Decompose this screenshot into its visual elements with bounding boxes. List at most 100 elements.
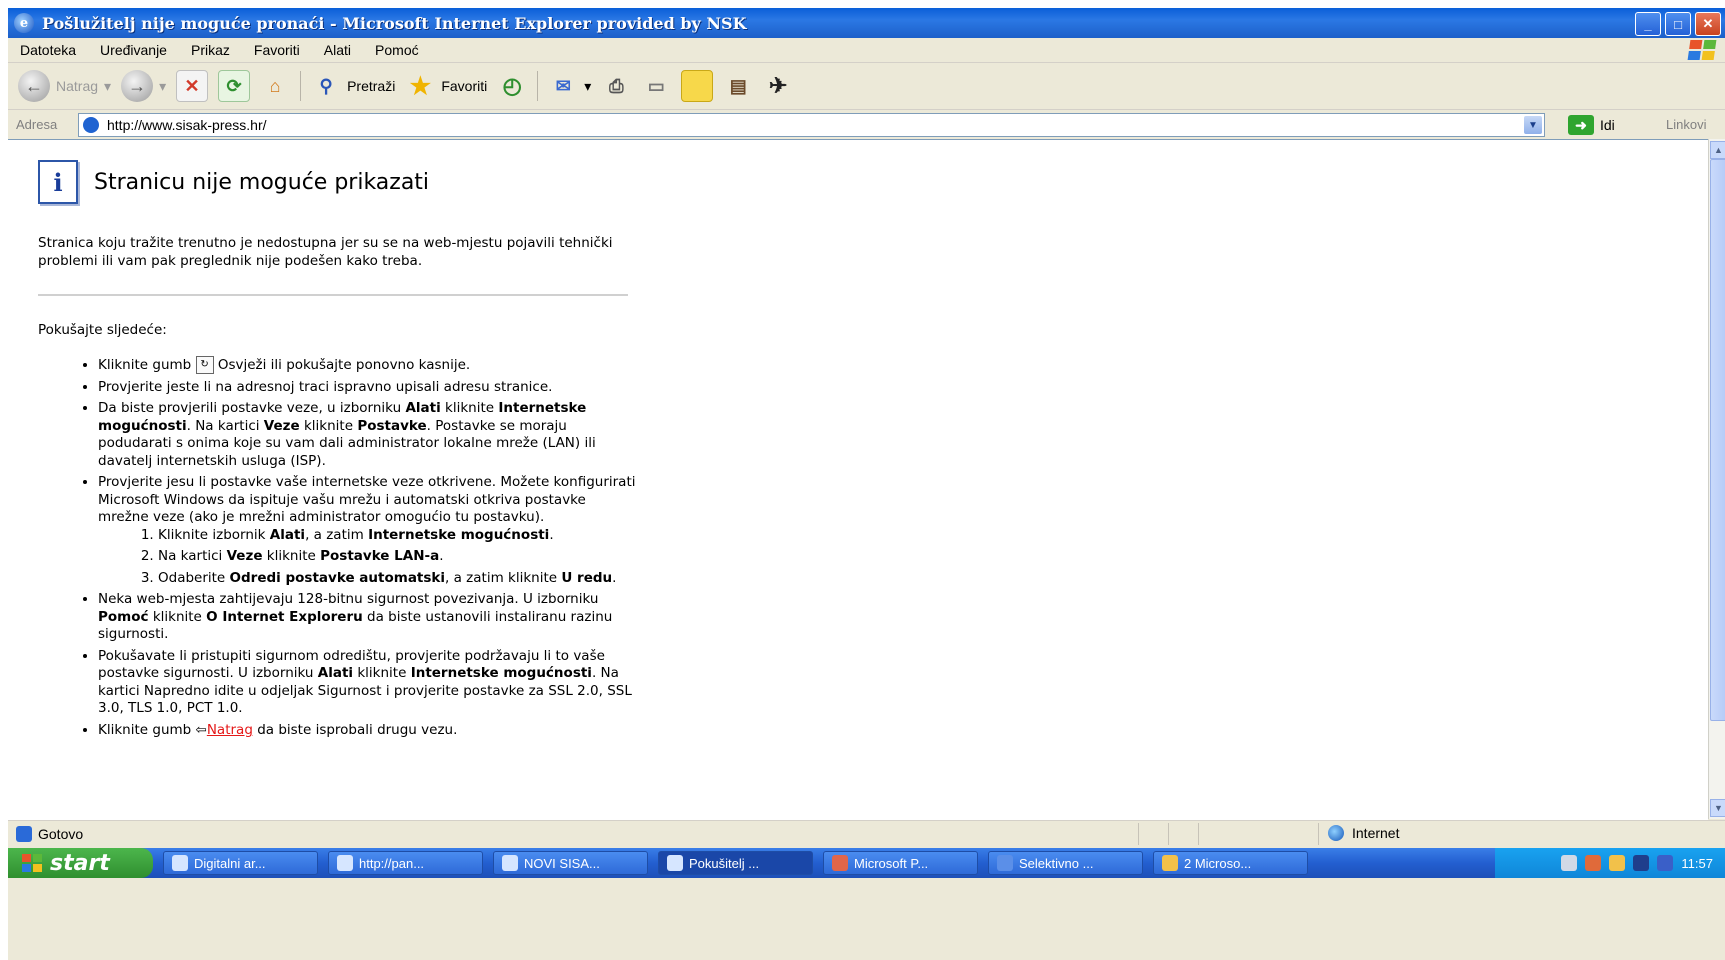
- history-button[interactable]: ◴: [497, 71, 527, 101]
- page-done-icon: [16, 826, 32, 842]
- history-icon: ◴: [502, 73, 522, 98]
- toolbar-separator: [300, 71, 302, 101]
- refresh-icon: ⟳: [218, 70, 251, 102]
- page-content: i Stranicu nije moguće prikazati Stranic…: [8, 139, 1708, 820]
- intro-text: Stranica koju tražite trenutno je nedost…: [38, 235, 613, 269]
- tray-antivirus-icon[interactable]: [1585, 855, 1602, 871]
- messenger-icon: ✈: [769, 73, 788, 98]
- home-icon: ⌂: [269, 75, 281, 96]
- tips-list: Kliknite gumb ↻ Osvježi ili pokušajte po…: [38, 356, 638, 739]
- clock: 11:57: [1681, 855, 1713, 871]
- start-button[interactable]: start: [8, 848, 153, 878]
- menu-view[interactable]: Prikaz: [179, 42, 242, 58]
- scroll-up-icon[interactable]: ▲: [1710, 141, 1725, 159]
- taskbar-item-active[interactable]: Pokušitelj ...: [658, 851, 813, 875]
- start-label: start: [50, 850, 110, 876]
- back-small-icon: ⇦: [195, 721, 207, 738]
- tray-shield-icon[interactable]: [1657, 855, 1674, 871]
- go-arrow-icon: ➜: [1568, 115, 1594, 135]
- menu-favorites[interactable]: Favoriti: [242, 42, 312, 58]
- step-item: Odaberite Odredi postavke automatski, a …: [158, 570, 638, 588]
- favorites-button[interactable]: ★ Favoriti: [405, 71, 488, 101]
- taskbar-item[interactable]: Microsoft P...: [823, 851, 978, 875]
- menu-tools[interactable]: Alati: [312, 42, 363, 58]
- taskbar-item[interactable]: NOVI SISA...: [493, 851, 648, 875]
- close-button[interactable]: ✕: [1695, 12, 1721, 36]
- browser-window: e Pošlužitelj nije moguće pronaći - Micr…: [8, 8, 1725, 960]
- system-tray: 11:57: [1495, 848, 1725, 878]
- toolbar: ← Natrag ▾ → ▾ ✕ ⟳ ⌂ ⚲ Pretraži ★ Favori…: [8, 63, 1725, 110]
- scroll-down-icon[interactable]: ▼: [1710, 799, 1725, 817]
- back-link[interactable]: Natrag: [207, 722, 253, 738]
- favorites-label: Favoriti: [441, 78, 488, 94]
- step-item: Kliknite izbornik Alati, a zatim Interne…: [158, 527, 638, 545]
- mail-button[interactable]: ✉ ▾: [548, 71, 592, 101]
- status-divider: [1318, 823, 1319, 845]
- steps-list: Kliknite izbornik Alati, a zatim Interne…: [98, 527, 638, 588]
- tray-network-icon[interactable]: [1561, 855, 1578, 871]
- stop-button[interactable]: ✕: [176, 70, 209, 102]
- forward-dropdown-icon[interactable]: ▾: [159, 78, 166, 95]
- edit-page-icon: ▭: [647, 75, 665, 96]
- minimize-button[interactable]: _: [1635, 12, 1661, 36]
- taskbar-item[interactable]: Selektivno ...: [988, 851, 1143, 875]
- taskbar-item[interactable]: http://pan...: [328, 851, 483, 875]
- tray-folder-icon[interactable]: [1609, 855, 1626, 871]
- links-label[interactable]: Linkovi: [1666, 117, 1706, 132]
- menu-help[interactable]: Pomoć: [363, 42, 431, 58]
- status-divider: [1168, 823, 1169, 845]
- address-label: Adresa: [16, 116, 58, 132]
- taskbar-item[interactable]: 2 Microso...: [1153, 851, 1308, 875]
- address-bar: Adresa ▼ ➜ Idi Linkovi: [8, 110, 1725, 138]
- menu-file[interactable]: Datoteka: [8, 42, 88, 58]
- status-text: Gotovo: [38, 826, 84, 842]
- discuss-button[interactable]: [681, 70, 714, 102]
- maximize-button[interactable]: □: [1665, 12, 1691, 36]
- powerpoint-icon: [832, 855, 848, 871]
- refresh-button[interactable]: ⟳: [218, 70, 251, 102]
- list-item: Kliknite gumb ⇦Natrag da biste isprobali…: [98, 722, 638, 740]
- stop-icon: ✕: [176, 70, 209, 102]
- list-item: Da biste provjerili postavke veze, u izb…: [98, 400, 638, 470]
- window-title: Pošlužitelj nije moguće pronaći - Micros…: [42, 13, 747, 33]
- ie-window-icon: [337, 855, 353, 871]
- list-item: Pokušavate li pristupiti sigurnom odredi…: [98, 648, 638, 718]
- research-button[interactable]: ▤: [723, 71, 753, 101]
- status-bar: Gotovo Internet: [8, 820, 1725, 847]
- taskbar-item[interactable]: Digitalni ar...: [163, 851, 318, 875]
- go-button[interactable]: ➜ Idi: [1568, 115, 1615, 135]
- error-page: i Stranicu nije moguće prikazati Stranic…: [38, 160, 638, 743]
- search-label: Pretraži: [347, 78, 396, 94]
- tray-messenger-icon[interactable]: [1633, 855, 1650, 871]
- forward-button[interactable]: → ▾: [121, 70, 166, 102]
- title-bar[interactable]: e Pošlužitelj nije moguće pronaći - Micr…: [8, 8, 1725, 38]
- vertical-scrollbar[interactable]: ▲ ▼: [1708, 139, 1725, 819]
- back-button[interactable]: ← Natrag ▾: [18, 70, 111, 102]
- internet-explorer-icon: e: [14, 13, 34, 33]
- print-button[interactable]: ⎙: [601, 71, 631, 101]
- ie-window-icon: [502, 855, 518, 871]
- list-item: Neka web-mjesta zahtijevaju 128-bitnu si…: [98, 591, 638, 644]
- messenger-button[interactable]: ✈: [763, 71, 793, 101]
- scroll-thumb[interactable]: [1710, 159, 1725, 721]
- globe-icon: [1328, 825, 1344, 841]
- toolbar-separator: [537, 71, 539, 101]
- ie-window-icon: [667, 855, 683, 871]
- back-dropdown-icon[interactable]: ▾: [104, 78, 111, 95]
- divider: [38, 294, 628, 296]
- mail-dropdown-icon[interactable]: ▾: [584, 78, 591, 95]
- address-input[interactable]: [105, 116, 1509, 134]
- address-field[interactable]: ▼: [78, 113, 1545, 137]
- mail-icon: ✉: [555, 75, 571, 96]
- home-button[interactable]: ⌂: [260, 71, 290, 101]
- status-divider: [1198, 823, 1199, 845]
- info-icon: i: [38, 160, 78, 204]
- menu-edit[interactable]: Uređivanje: [88, 42, 179, 58]
- zone-label: Internet: [1352, 825, 1400, 841]
- status-divider: [1138, 823, 1139, 845]
- search-button[interactable]: ⚲ Pretraži: [311, 71, 396, 101]
- address-dropdown-icon[interactable]: ▼: [1524, 116, 1542, 134]
- edit-button[interactable]: ▭: [641, 71, 671, 101]
- security-zone: Internet: [1328, 825, 1399, 841]
- research-book-icon: ▤: [729, 75, 747, 96]
